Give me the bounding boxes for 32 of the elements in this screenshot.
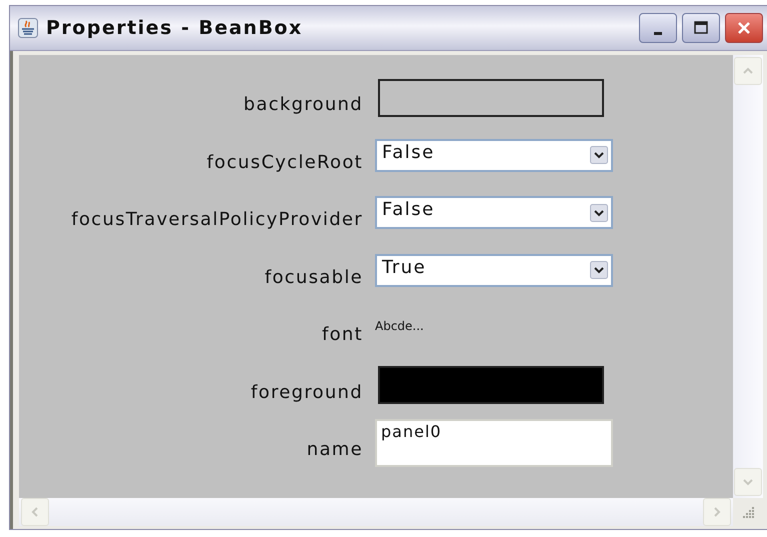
color-swatch[interactable] [378,78,604,117]
minimize-button[interactable] [639,13,677,43]
window-title: Properties - BeanBox [46,17,304,39]
resize-grip-icon[interactable] [741,505,755,519]
property-label: name [306,439,363,460]
property-label: focusTraversalPolicyProvider [71,209,363,230]
name-field[interactable]: panel0 [375,418,613,467]
property-label: background [244,94,363,116]
maximize-button[interactable] [682,13,720,43]
property-label: foreground [250,382,363,403]
chevron-down-icon [590,146,608,164]
maximize-icon [693,20,709,36]
minimize-icon [654,32,662,34]
scroll-up-button[interactable] [734,57,762,85]
horizontal-scrollbar[interactable] [19,498,733,526]
dropdown[interactable]: False [375,196,613,230]
vertical-scrollbar[interactable] [733,55,763,498]
chevron-down-icon [590,204,608,222]
scroll-left-button[interactable] [21,498,49,526]
cup-icon [18,18,38,38]
close-button[interactable] [725,13,763,43]
dropdown[interactable]: True [375,254,613,287]
scroll-down-button[interactable] [734,468,762,496]
property-label: focusCycleRoot [206,152,363,173]
property-label: font [322,324,363,346]
color-swatch[interactable] [378,366,604,404]
property-label: focusable [264,266,363,288]
font-preview[interactable]: Abcde... [375,318,424,333]
scroll-right-button[interactable] [703,498,731,526]
chevron-down-icon [590,261,608,280]
close-icon [736,20,752,36]
dropdown[interactable]: False [375,138,613,172]
